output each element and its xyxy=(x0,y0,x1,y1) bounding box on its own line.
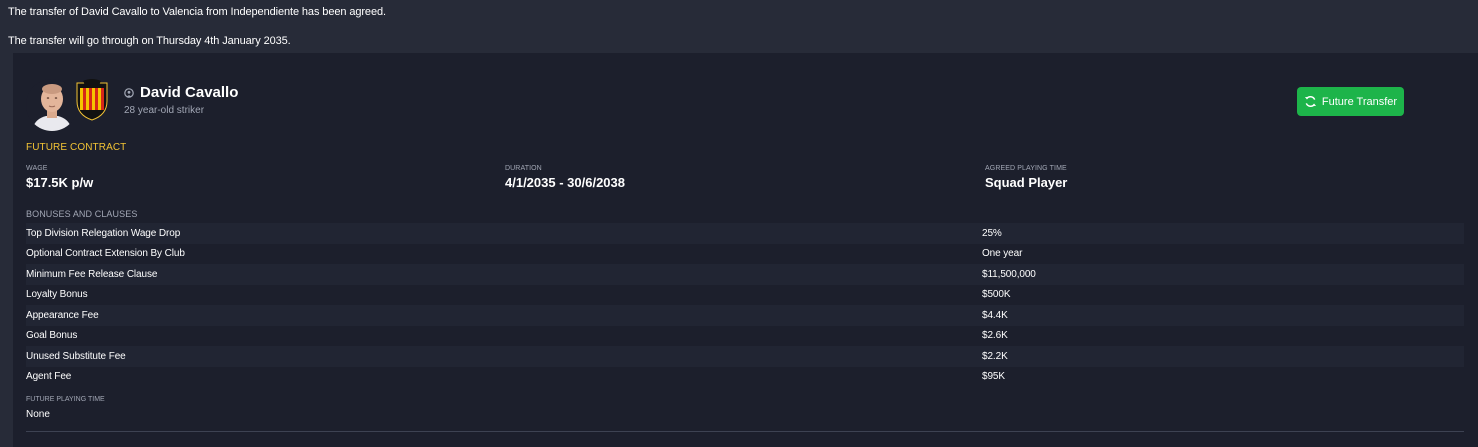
bonuses-table: Top Division Relegation Wage Drop 25% Op… xyxy=(26,223,1464,387)
transfer-date-message: The transfer will go through on Thursday… xyxy=(8,35,291,47)
bonus-row: Appearance Fee $4.4K xyxy=(26,305,1464,326)
bonus-label: Top Division Relegation Wage Drop xyxy=(26,227,181,239)
bonus-label: Agent Fee xyxy=(26,371,72,383)
bonus-value: 25% xyxy=(982,227,1002,239)
bonus-label: Loyalty Bonus xyxy=(26,289,88,301)
duration-value: 4/1/2035 - 30/6/2038 xyxy=(505,175,625,190)
bonus-value: $11,500,000 xyxy=(982,268,1036,280)
bonus-row: Unused Substitute Fee $2.2K xyxy=(26,346,1464,367)
bonus-row: Optional Contract Extension By Club One … xyxy=(26,244,1464,265)
bonus-row: Loyalty Bonus $500K xyxy=(26,285,1464,306)
wage-value: $17.5K p/w xyxy=(26,175,94,190)
future-contract-heading: FUTURE CONTRACT xyxy=(26,142,127,153)
bonus-label: Appearance Fee xyxy=(26,309,99,321)
future-transfer-button[interactable]: Future Transfer xyxy=(1297,87,1404,116)
bonus-row: Minimum Fee Release Clause $11,500,000 xyxy=(26,264,1464,285)
duration-label: DURATION xyxy=(505,165,542,172)
playing-time-value: Squad Player xyxy=(985,175,1068,190)
future-transfer-label: Future Transfer xyxy=(1321,95,1398,108)
wage-field: WAGE $17.5K p/w xyxy=(26,165,93,190)
player-face-icon[interactable] xyxy=(26,79,78,131)
bonus-label: Minimum Fee Release Clause xyxy=(26,268,158,280)
bonus-value: $4.4K xyxy=(982,309,1008,321)
bonuses-heading: BONUSES AND CLAUSES xyxy=(26,209,138,219)
bonus-row: Goal Bonus $2.6K xyxy=(26,326,1464,347)
bonus-label: Optional Contract Extension By Club xyxy=(26,248,185,260)
playing-time-field: AGREED PLAYING TIME Squad Player xyxy=(985,165,1067,190)
bonus-value: $2.2K xyxy=(982,350,1008,362)
bonus-label: Unused Substitute Fee xyxy=(26,350,126,362)
transfer-agreed-message: The transfer of David Cavallo to Valenci… xyxy=(8,6,386,18)
valencia-crest-icon[interactable] xyxy=(75,79,109,121)
duration-field: DURATION 4/1/2035 - 30/6/2038 xyxy=(505,165,625,190)
future-playing-time-value: None xyxy=(26,409,50,420)
playing-time-label: AGREED PLAYING TIME xyxy=(985,165,1067,172)
bonus-label: Goal Bonus xyxy=(26,330,78,342)
section-divider xyxy=(26,431,1464,432)
player-status-icon xyxy=(124,87,134,98)
player-subtitle: 28 year-old striker xyxy=(124,105,205,116)
refresh-icon xyxy=(1304,96,1316,107)
future-playing-time-label: FUTURE PLAYING TIME xyxy=(26,396,105,403)
bonus-value: $2.6K xyxy=(982,330,1008,342)
bonus-value: One year xyxy=(982,248,1023,260)
bonus-row: Agent Fee $95K xyxy=(26,367,1464,388)
bonus-value: $95K xyxy=(982,371,1005,383)
player-name[interactable]: David Cavallo xyxy=(140,84,238,101)
bonus-row: Top Division Relegation Wage Drop 25% xyxy=(26,223,1464,244)
wage-label: WAGE xyxy=(26,165,48,172)
bonus-value: $500K xyxy=(982,289,1011,301)
transfer-details-panel: David Cavallo 28 year-old striker Future… xyxy=(13,53,1478,447)
